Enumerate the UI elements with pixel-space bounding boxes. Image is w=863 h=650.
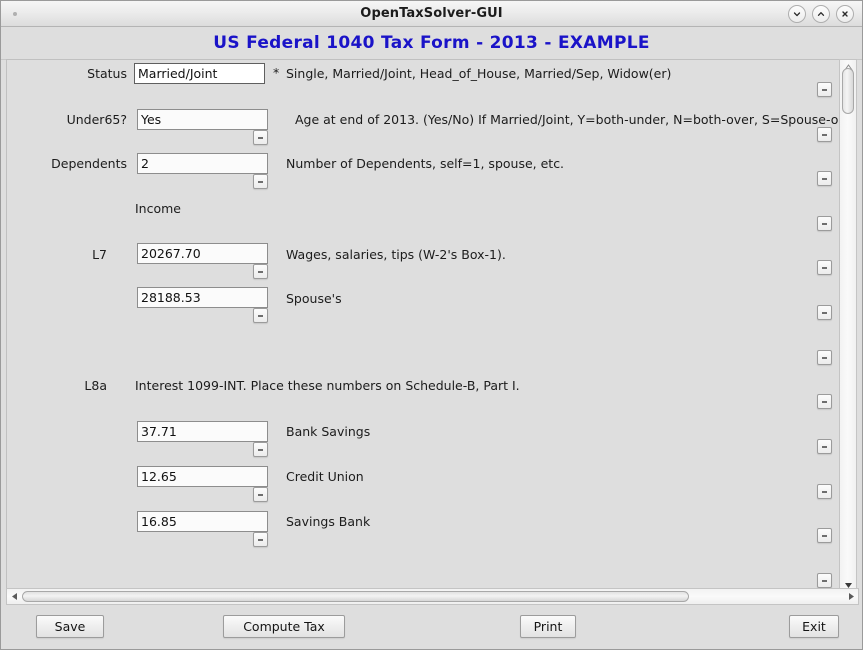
comment-button-2[interactable] [817,127,832,142]
bank-savings-description: Bank Savings [286,424,371,439]
print-button[interactable]: Print [520,615,576,638]
credit-union-spinner-button[interactable] [253,487,268,502]
exit-button[interactable]: Exit [789,615,839,638]
chevron-down-icon [793,12,801,17]
application-window: OpenTaxSolver-GUI US Federal 1040 Tax Fo… [0,0,863,650]
wages-description: Wages, salaries, tips (W-2's Box-1). [286,247,506,262]
comment-button-4[interactable] [817,216,832,231]
horizontal-scrollbar-thumb[interactable] [22,591,689,602]
dependents-description: Number of Dependents, self=1, spouse, et… [286,156,565,171]
status-label: Status [87,66,127,81]
form-heading: US Federal 1040 Tax Form - 2013 - EXAMPL… [1,27,862,60]
form-content: Status * Single, Married/Joint, Head_of_… [7,60,842,594]
wages-spouse-description: Spouse's [286,291,342,306]
minimize-button[interactable] [788,5,806,23]
credit-union-input[interactable] [137,466,268,487]
compute-tax-button[interactable]: Compute Tax [223,615,345,638]
comment-button-12[interactable] [817,573,832,588]
under65-label: Under65? [66,112,127,127]
savings-bank-description: Savings Bank [286,514,371,529]
comment-button-11[interactable] [817,528,832,543]
maximize-button[interactable] [812,5,830,23]
section-interest-title: Interest 1099-INT. Place these numbers o… [135,378,520,393]
section-income-title: Income [135,201,181,216]
window-title: OpenTaxSolver-GUI [360,6,503,21]
action-button-bar: Save Compute Tax Print Exit [1,607,862,649]
horizontal-scrollbar[interactable] [6,588,859,605]
form-scroll-area: Status * Single, Married/Joint, Head_of_… [6,59,842,595]
interest-line-label: L8a [84,378,107,393]
chevron-up-icon [817,12,825,16]
comment-button-1[interactable] [817,82,832,97]
dependents-label: Dependents [51,156,127,171]
dependents-spinner-button[interactable] [253,174,268,189]
wages-spouse-spinner-button[interactable] [253,308,268,323]
comment-button-3[interactable] [817,171,832,186]
close-button[interactable] [836,5,854,23]
comment-button-6[interactable] [817,305,832,320]
savings-bank-spinner-button[interactable] [253,532,268,547]
page-title: US Federal 1040 Tax Form - 2013 - EXAMPL… [213,33,650,53]
credit-union-description: Credit Union [286,469,364,484]
savings-bank-input[interactable] [137,511,268,532]
dependents-input[interactable] [137,153,268,174]
wages-label: L7 [92,247,107,262]
under65-input[interactable] [137,109,268,130]
under65-spinner-button[interactable] [253,130,268,145]
wages-spinner-button[interactable] [253,264,268,279]
save-button[interactable]: Save [36,615,104,638]
title-bar: OpenTaxSolver-GUI [1,1,862,27]
triangle-right-icon [848,593,854,600]
comment-button-10[interactable] [817,484,832,499]
close-icon [842,11,848,17]
comment-button-7[interactable] [817,350,832,365]
comment-button-5[interactable] [817,260,832,275]
comment-button-9[interactable] [817,439,832,454]
triangle-left-icon [11,593,17,600]
status-required-marker: * [273,65,280,80]
under65-description: Age at end of 2013. (Yes/No) If Married/… [295,112,842,127]
status-input[interactable] [134,63,265,84]
window-menu-dot [13,12,17,16]
scroll-right-button[interactable] [844,589,858,604]
bank-savings-spinner-button[interactable] [253,442,268,457]
window-controls [788,5,854,23]
status-description: Single, Married/Joint, Head_of_House, Ma… [286,66,672,81]
bank-savings-input[interactable] [137,421,268,442]
vertical-scrollbar-thumb[interactable] [842,68,854,114]
wages-input[interactable] [137,243,268,264]
scroll-left-button[interactable] [7,589,21,604]
vertical-scrollbar[interactable] [839,59,857,593]
wages-spouse-input[interactable] [137,287,268,308]
comment-button-8[interactable] [817,394,832,409]
